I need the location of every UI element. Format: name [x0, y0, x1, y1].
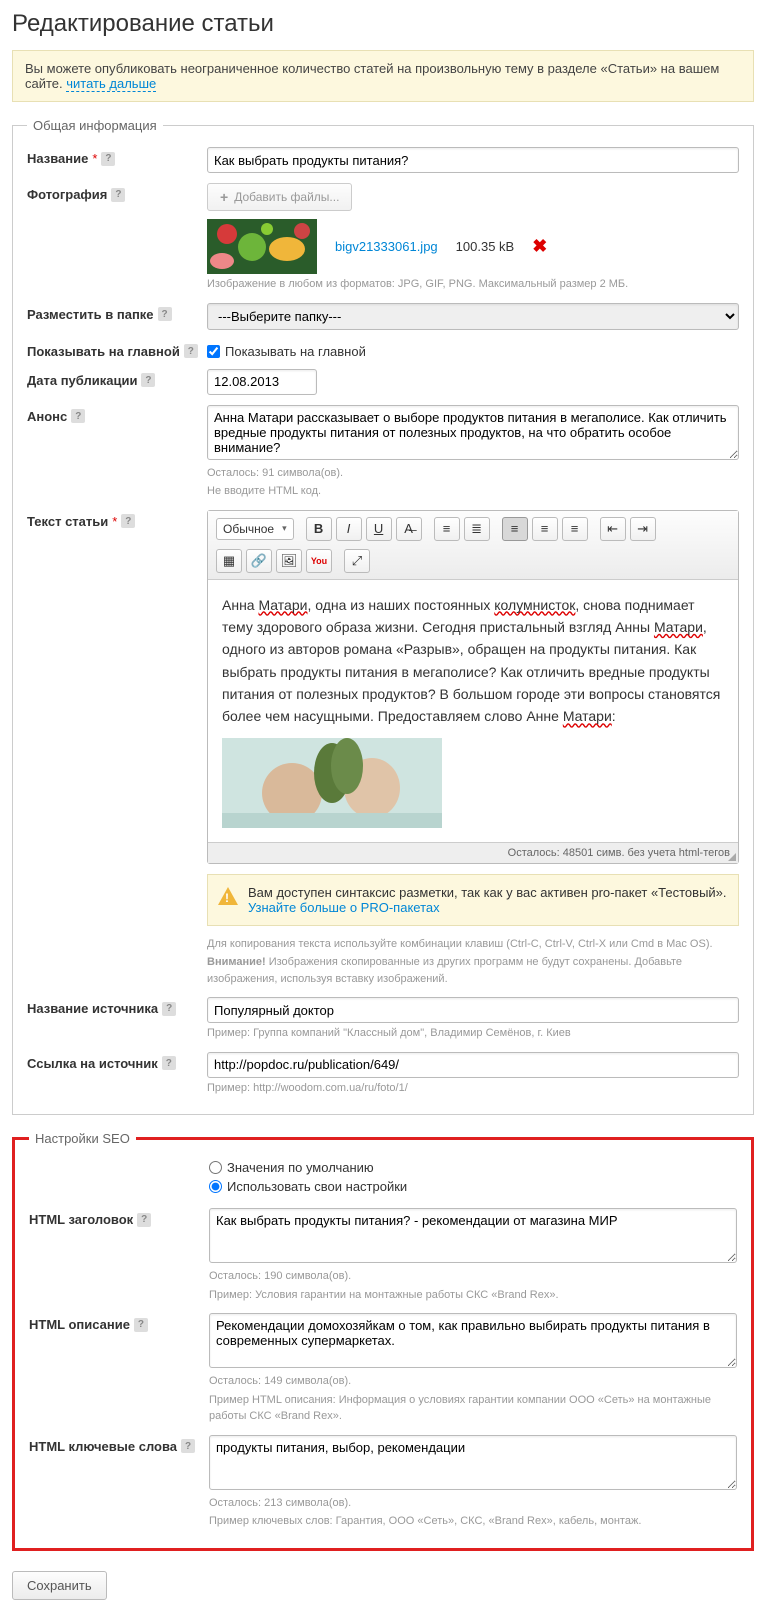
copy-hint1: Для копирования текста используйте комби… — [207, 936, 739, 953]
file-size: 100.35 kB — [456, 239, 515, 254]
html-desc-hint2: Пример HTML описания: Информация о услов… — [209, 1392, 737, 1425]
source-name-hint: Пример: Группа компаний "Классный дом", … — [207, 1025, 739, 1042]
show-home-checkbox-label: Показывать на главной — [225, 344, 366, 359]
label-html-desc: HTML описание — [29, 1317, 130, 1332]
fieldset-seo: Настройки SEO Значения по умолчанию Испо… — [12, 1131, 754, 1551]
rich-editor: Обычное B I U A̶ ≡ ≣ ≡ ≡ ≡ ⇤ ⇥ — [207, 510, 739, 864]
help-icon[interactable]: ? — [158, 307, 172, 321]
editor-toolbar: Обычное B I U A̶ ≡ ≣ ≡ ≡ ≡ ⇤ ⇥ — [208, 511, 738, 580]
html-desc-textarea[interactable]: Рекомендации домохозяйкам о том, как пра… — [209, 1313, 737, 1368]
ol-button[interactable]: ≡ — [434, 517, 460, 541]
announce-hint2: Не вводите HTML код. — [207, 483, 739, 500]
file-delete-icon[interactable]: ✖ — [532, 236, 547, 257]
help-icon[interactable]: ? — [121, 514, 135, 528]
label-html-title: HTML заголовок — [29, 1212, 133, 1227]
save-button[interactable]: Сохранить — [12, 1571, 107, 1600]
label-source-name: Название источника — [27, 1001, 158, 1016]
help-icon[interactable]: ? — [137, 1213, 151, 1227]
page-title: Редактирование статьи — [12, 10, 754, 38]
table-button[interactable]: ▦ — [216, 549, 242, 573]
required-mark: * — [112, 514, 117, 529]
html-keywords-hint1: Осталось: 213 символа(ов). — [209, 1495, 737, 1512]
pro-alert-text: Вам доступен синтаксис разметки, так как… — [248, 885, 727, 900]
name-input[interactable] — [207, 147, 739, 173]
help-icon[interactable]: ? — [111, 188, 125, 202]
label-html-keywords: HTML ключевые слова — [29, 1439, 177, 1454]
html-title-textarea[interactable]: Как выбрать продукты питания? - рекоменд… — [209, 1208, 737, 1263]
editor-status: Осталось: 48501 симв. без учета html-тег… — [208, 842, 738, 863]
label-announce: Анонс — [27, 409, 67, 424]
file-name-link[interactable]: bigv21333061.jpg — [335, 239, 438, 254]
announce-hint1: Осталось: 91 символа(ов). — [207, 465, 739, 482]
ul-button[interactable]: ≣ — [464, 517, 490, 541]
warning-icon — [218, 887, 238, 905]
help-icon[interactable]: ? — [162, 1002, 176, 1016]
image-button[interactable]: 🖼 — [276, 549, 302, 573]
align-center-button[interactable]: ≡ — [532, 517, 558, 541]
legend-general: Общая информация — [27, 118, 163, 133]
pro-alert: Вам доступен синтаксис разметки, так как… — [207, 874, 739, 926]
format-select[interactable]: Обычное — [216, 518, 294, 540]
date-input[interactable] — [207, 369, 317, 395]
html-title-hint2: Пример: Условия гарантии на монтажные ра… — [209, 1287, 737, 1304]
help-icon[interactable]: ? — [71, 409, 85, 423]
label-source-url: Ссылка на источник — [27, 1056, 158, 1071]
seo-radio-default[interactable] — [209, 1161, 222, 1174]
label-body: Текст статьи — [27, 514, 108, 529]
bold-button[interactable]: B — [306, 517, 332, 541]
html-desc-hint1: Осталось: 149 символа(ов). — [209, 1373, 737, 1390]
fieldset-general: Общая информация Название * ? Фотография… — [12, 118, 754, 1115]
body-inline-image — [222, 738, 442, 828]
source-url-input[interactable] — [207, 1052, 739, 1078]
pro-alert-link[interactable]: Узнайте больше о PRO-пакетах — [248, 900, 440, 915]
html-keywords-textarea[interactable]: продукты питания, выбор, рекомендации — [209, 1435, 737, 1490]
show-home-checkbox[interactable] — [207, 345, 220, 358]
html-title-hint1: Осталось: 190 символа(ов). — [209, 1268, 737, 1285]
underline-button[interactable]: U — [366, 517, 392, 541]
info-notice: Вы можете опубликовать неограниченное ко… — [12, 50, 754, 102]
legend-seo: Настройки SEO — [29, 1131, 136, 1146]
add-files-button[interactable]: + Добавить файлы... — [207, 183, 352, 211]
folder-select[interactable]: ---Выберите папку--- — [207, 303, 739, 330]
plus-icon: + — [220, 189, 228, 205]
help-icon[interactable]: ? — [134, 1318, 148, 1332]
indent-button[interactable]: ⇥ — [630, 517, 656, 541]
help-icon[interactable]: ? — [101, 152, 115, 166]
help-icon[interactable]: ? — [181, 1439, 195, 1453]
align-left-button[interactable]: ≡ — [502, 517, 528, 541]
copy-hint2: Внимание! Изображения скопированные из д… — [207, 954, 739, 987]
file-thumbnail — [207, 219, 317, 274]
label-photo: Фотография — [27, 187, 107, 202]
seo-radio-default-label: Значения по умолчанию — [227, 1160, 374, 1175]
required-mark: * — [92, 151, 97, 166]
add-files-label: Добавить файлы... — [234, 190, 339, 204]
source-name-input[interactable] — [207, 997, 739, 1023]
html-keywords-hint2: Пример ключевых слов: Гарантия, ООО «Сет… — [209, 1513, 737, 1530]
source-url-hint: Пример: http://woodom.com.ua/ru/foto/1/ — [207, 1080, 739, 1097]
seo-radio-custom[interactable] — [209, 1180, 222, 1193]
photo-hint: Изображение в любом из форматов: JPG, GI… — [207, 276, 739, 293]
help-icon[interactable]: ? — [184, 344, 198, 358]
italic-button[interactable]: I — [336, 517, 362, 541]
align-right-button[interactable]: ≡ — [562, 517, 588, 541]
body-paragraph: Анна Матари, одна из наших постоянных ко… — [222, 594, 724, 728]
notice-read-more-link[interactable]: читать дальше — [66, 76, 156, 92]
label-folder: Разместить в папке — [27, 307, 154, 322]
help-icon[interactable]: ? — [141, 373, 155, 387]
help-icon[interactable]: ? — [162, 1056, 176, 1070]
link-button[interactable]: 🔗 — [246, 549, 272, 573]
editor-content[interactable]: Анна Матари, одна из наших постоянных ко… — [208, 580, 738, 842]
label-date: Дата публикации — [27, 373, 137, 388]
label-show-home: Показывать на главной — [27, 344, 180, 359]
announce-textarea[interactable]: Анна Матари рассказывает о выборе продук… — [207, 405, 739, 460]
seo-radio-custom-label: Использовать свои настройки — [227, 1179, 407, 1194]
youtube-button[interactable]: You — [306, 549, 332, 573]
fullscreen-button[interactable]: ⤢ — [344, 549, 370, 573]
label-name: Название — [27, 151, 88, 166]
removeformat-button[interactable]: A̶ — [396, 517, 422, 541]
outdent-button[interactable]: ⇤ — [600, 517, 626, 541]
